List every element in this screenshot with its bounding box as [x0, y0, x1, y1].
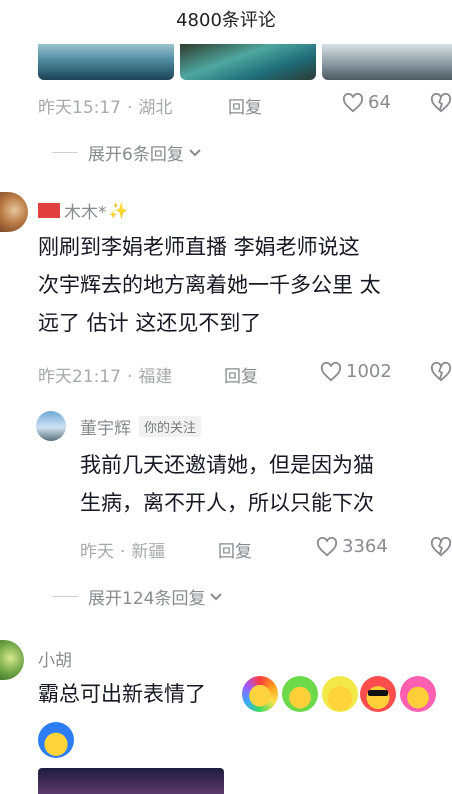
blue-hair-emoji-icon	[38, 722, 74, 758]
heart-broken-icon[interactable]	[430, 537, 452, 557]
comment-text-line: 我前几天还邀请她，但是因为猫	[80, 453, 374, 477]
rainbow-face-emoji-icon	[242, 676, 278, 712]
expand-replies-button[interactable]: 展开124条回复	[52, 584, 223, 609]
avatar[interactable]	[36, 411, 66, 441]
divider-line	[52, 596, 78, 597]
comment-time: 昨天15:17	[38, 98, 121, 118]
comment-count-title: 4800条评论	[176, 10, 276, 31]
reply-button[interactable]: 回复	[218, 537, 252, 562]
comment-username[interactable]: 木木* ✨	[38, 198, 128, 223]
comment-text-line: 刚刷到李娟老师直播 李娟老师说这	[38, 235, 360, 259]
comment-meta: 昨天15:17 · 湖北	[38, 98, 173, 118]
like-count: 3364	[342, 536, 388, 557]
expand-replies-label: 展开6条回复	[88, 145, 184, 165]
comment-text: 霸总可出新表情了	[38, 682, 206, 706]
like-count: 1002	[346, 361, 392, 382]
flag-icon	[38, 203, 60, 218]
following-badge: 你的关注	[139, 416, 202, 437]
like-button[interactable]: 3364	[316, 536, 388, 557]
green-hair-emoji-icon	[282, 676, 318, 712]
comment-location: 新疆	[131, 542, 166, 562]
comment-time: 昨天	[80, 542, 114, 562]
username-label: 小胡	[38, 651, 72, 671]
expand-replies-label: 展开124条回复	[88, 589, 206, 609]
comment-image[interactable]	[38, 768, 224, 794]
chevron-down-icon	[189, 148, 201, 156]
like-button[interactable]: 64	[342, 92, 391, 113]
reply-button[interactable]: 回复	[224, 362, 258, 387]
comment-text-line: 远了 估计 这还见不到了	[38, 311, 262, 335]
chevron-down-icon	[210, 592, 223, 600]
heart-broken-icon[interactable]	[430, 93, 452, 113]
comments-header: 4800条评论	[0, 0, 452, 40]
reply-text: 我前几天还邀请她，但是因为猫 生病，离不开人，所以只能下次	[80, 446, 452, 522]
comment-text-line: 次宇辉去的地方离着她一千多公里 太	[38, 273, 381, 297]
heart-outline-icon	[342, 92, 364, 112]
comment-location: 福建	[138, 367, 173, 387]
like-button[interactable]: 1002	[320, 361, 392, 382]
yellow-face-emoji-icon	[322, 676, 358, 712]
like-count: 64	[368, 92, 391, 113]
avatar[interactable]	[0, 640, 24, 680]
thumbnail-image[interactable]	[180, 44, 316, 80]
reply-button[interactable]: 回复	[228, 93, 262, 118]
thumbnail-image[interactable]	[38, 44, 174, 80]
reply-username[interactable]: 董宇辉 你的关注	[80, 414, 202, 439]
pink-hair-emoji-icon	[400, 676, 436, 712]
comment-time: 昨天21:17	[38, 367, 121, 387]
heart-outline-icon	[316, 536, 338, 556]
comment-meta: 昨天 · 新疆	[80, 542, 166, 562]
comment-text: 刚刷到李娟老师直播 李娟老师说这 次宇辉去的地方离着她一千多公里 太 远了 估计…	[38, 228, 450, 342]
comment-location: 湖北	[138, 98, 173, 118]
expand-replies-button[interactable]: 展开6条回复	[52, 140, 202, 165]
comment-meta: 昨天21:17 · 福建	[38, 367, 173, 387]
sparkle-icon: ✨	[108, 201, 129, 220]
heart-outline-icon	[320, 361, 342, 381]
comment-username[interactable]: 小胡	[38, 646, 72, 671]
avatar[interactable]	[0, 192, 28, 232]
divider-line	[52, 152, 78, 153]
heart-broken-icon[interactable]	[430, 362, 452, 382]
sunglasses-emoji-icon	[360, 676, 396, 712]
username-label: 木木*	[64, 203, 107, 223]
username-label: 董宇辉	[80, 419, 131, 439]
thumbnail-image[interactable]	[322, 44, 452, 80]
comment-text-line: 生病，离不开人，所以只能下次	[80, 491, 374, 515]
